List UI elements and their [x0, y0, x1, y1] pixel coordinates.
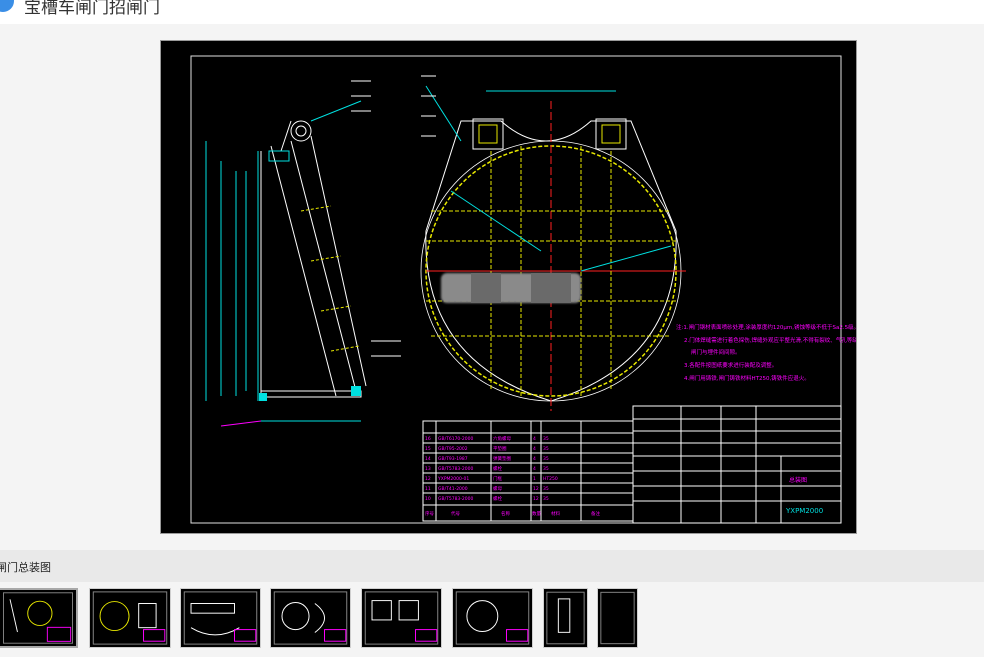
thumbnail-8[interactable]: [597, 588, 638, 648]
thumbnail-2-preview: [92, 591, 168, 645]
thumbnail-6-preview: [455, 591, 530, 645]
thumbnail-8-preview: [600, 591, 635, 645]
bom-row-5-no: 12: [425, 476, 431, 482]
bom-row-7-no: 10: [425, 496, 431, 502]
site-logo-icon: [0, 0, 14, 12]
page-title: 宝槽车闸门招闸门: [24, 0, 160, 18]
bom-header-remark: 备注: [591, 510, 600, 517]
image-viewer: 注:1.闸门钢材表面喷砂处理,涂装厚度约120μm,锈蚀等级不低于Sa2.5级。…: [0, 24, 984, 550]
bom-row-3-qty: 4: [533, 456, 536, 462]
bom-row-1-qty: 4: [533, 436, 536, 442]
bom-row-4-name: 螺栓: [493, 465, 502, 472]
bom-row-4-mat: 35: [543, 466, 549, 472]
image-caption: 闸门总装图: [0, 561, 51, 574]
cad-drawing-image[interactable]: 注:1.闸门钢材表面喷砂处理,涂装厚度约120μm,锈蚀等级不低于Sa2.5级。…: [160, 40, 857, 534]
bom-row-6-no: 11: [425, 486, 431, 492]
bom-row-1-name: 六角螺母: [493, 435, 511, 442]
thumbnail-3[interactable]: [180, 588, 261, 648]
bom-row-3-name: 弹簧垫圈: [493, 455, 511, 462]
bom-row-2-mat: 35: [543, 446, 549, 452]
bom-row-2-name: 平垫圈: [493, 445, 507, 452]
thumbnail-1[interactable]: [0, 588, 78, 648]
thumbnail-4-preview: [273, 591, 348, 645]
thumbnail-1-preview: [3, 592, 73, 644]
bom-row-5-code: YXPM2000-01: [437, 476, 469, 482]
cad-drawing-svg: 注:1.闸门钢材表面喷砂处理,涂装厚度约120μm,锈蚀等级不低于Sa2.5级。…: [190, 55, 856, 524]
bom-header-qty: 数量: [532, 510, 541, 517]
drawing-notes: 注:1.闸门钢材表面喷砂处理,涂装厚度约120μm,锈蚀等级不低于Sa2.5级。…: [676, 323, 856, 382]
thumbnail-5[interactable]: [361, 588, 442, 648]
front-view: [420, 75, 686, 411]
bom-row-2-qty: 4: [533, 446, 536, 452]
bom-row-6-code: GB/T41-2000: [438, 486, 468, 492]
bom-row-3-mat: 35: [543, 456, 549, 462]
bom-row-3-code: GB/T93-1987: [438, 456, 468, 462]
bom-row-7-qty: 12: [533, 496, 539, 502]
bom-header-name: 名称: [501, 510, 510, 517]
bom-table: 16 GB/T6170-2000 六角螺母 4 35 15 GB/T95-200…: [422, 420, 634, 522]
note-1: 注:1.闸门钢材表面喷砂处理,涂装厚度约120μm,锈蚀等级不低于Sa2.5级。: [676, 323, 856, 331]
bom-row-7-mat: 35: [543, 496, 549, 502]
bom-row-1-mat: 35: [543, 436, 549, 442]
sheet-title: 总装图: [789, 476, 807, 484]
drawing-number: YXPM2000: [785, 507, 823, 515]
bom-row-5-qty: 1: [533, 476, 536, 482]
bom-row-1-code: GB/T6170-2000: [438, 436, 474, 442]
bom-row-3-no: 14: [425, 456, 431, 462]
thumbnail-5-preview: [364, 591, 439, 645]
thumbnail-7-preview: [546, 591, 585, 645]
bom-header-no: 序号: [425, 510, 434, 517]
bom-row-4-qty: 4: [533, 466, 536, 472]
note-4: 3.各配件按图纸要求进行装配及调整。: [684, 361, 777, 369]
note-5: 4.闸门用铸铁,闸门铸铁材料HT250,铸铁件应退火。: [684, 374, 810, 382]
thumbnail-6[interactable]: [452, 588, 533, 648]
caption-bar: 闸门总装图: [0, 550, 984, 582]
bom-row-6-mat: 35: [543, 486, 549, 492]
bom-row-6-qty: 12: [533, 486, 539, 492]
bom-row-4-no: 13: [425, 466, 431, 472]
side-view: [205, 80, 401, 427]
bom-row-6-name: 螺母: [493, 485, 502, 492]
thumbnail-2[interactable]: [89, 588, 171, 648]
bom-row-7-code: GB/T5783-2000: [438, 496, 474, 502]
note-3: 闸门与埋件间间隙。: [691, 348, 741, 356]
thumbnail-4[interactable]: [270, 588, 351, 648]
bom-row-4-code: GB/T5783-2000: [438, 466, 474, 472]
bom-header-material: 材料: [551, 510, 560, 517]
note-2: 2.门体焊缝需进行着色探伤,焊缝外观应平整光滑,不得有裂纹、气孔等缺陷。: [684, 336, 856, 344]
thumbnail-7[interactable]: [543, 588, 588, 648]
title-block: YXPM2000 总装图: [632, 405, 842, 524]
bom-row-5-name: 门框: [493, 475, 502, 482]
bom-header-code: 代号: [451, 510, 460, 517]
thumbnail-strip: [0, 582, 984, 657]
bom-row-2-no: 15: [425, 446, 431, 452]
bom-row-5-mat: HT250: [543, 476, 558, 482]
bom-row-2-code: GB/T95-2002: [438, 446, 468, 452]
top-bar: 宝槽车闸门招闸门: [0, 0, 984, 24]
bom-row-1-no: 16: [425, 436, 431, 442]
bom-row-7-name: 螺栓: [493, 495, 502, 502]
thumbnail-3-preview: [183, 591, 258, 645]
